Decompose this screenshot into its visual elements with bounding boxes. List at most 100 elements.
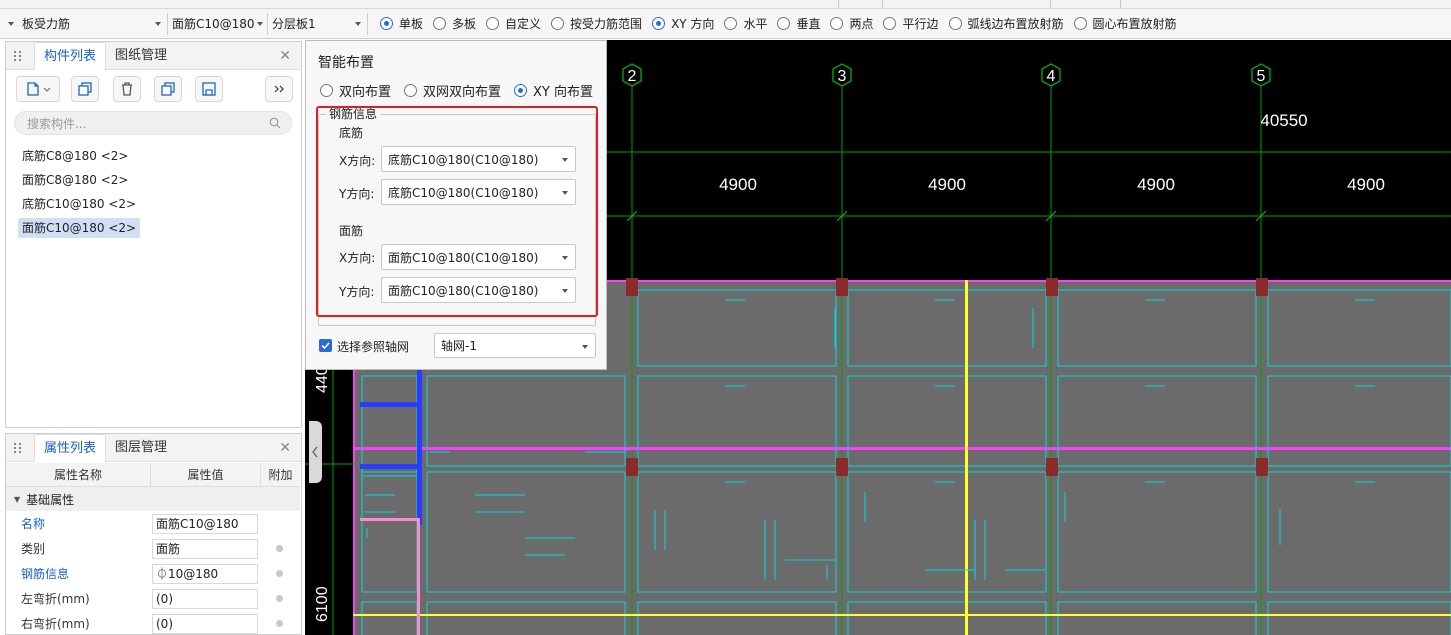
property-value-input[interactable]: 面筋 xyxy=(152,538,258,559)
placement-mode-radio[interactable]: 双网双向布置 xyxy=(404,81,501,100)
radio-icon xyxy=(948,17,962,30)
duplicate-layer-button[interactable] xyxy=(154,76,182,102)
tab-property-list[interactable]: 属性列表 xyxy=(34,433,107,462)
radio-icon xyxy=(514,84,527,97)
triangle-down-icon: ▼ xyxy=(14,494,21,504)
span-dimension-4: 4900 xyxy=(1347,175,1385,194)
radio-label: 水平 xyxy=(743,17,768,31)
radio-icon xyxy=(433,17,447,30)
extra-checkbox-icon[interactable] xyxy=(276,570,283,577)
toolbar-radio-option[interactable]: 垂直 xyxy=(777,15,820,32)
radio-label: 自定义 xyxy=(505,17,542,31)
component-list-item[interactable]: 底筋C8@180 <2> xyxy=(18,146,132,166)
extra-checkbox-icon[interactable] xyxy=(276,545,283,552)
axis-label-4: 4 xyxy=(1047,68,1056,85)
layer-combo[interactable]: 分层板1 xyxy=(268,12,368,35)
ribbon-edge xyxy=(0,0,1451,9)
radio-label: 双向布置 xyxy=(339,85,392,100)
component-list-item[interactable]: 面筋C8@180 <2> xyxy=(18,170,132,190)
property-grid-header: 属性名称 属性值 附加 xyxy=(6,463,300,487)
radio-label: 按受力筋范围 xyxy=(570,17,643,31)
close-icon[interactable]: ✕ xyxy=(279,440,291,456)
save-template-button[interactable] xyxy=(195,76,223,102)
col-property-name: 属性名称 xyxy=(6,463,151,486)
draw-toolbar: 板受力筋 面筋C10@180 分层板1 单板 多板 自定义 按受力筋范围 XY 方向 水平… xyxy=(0,9,1451,39)
layer-label: 分层板1 xyxy=(272,17,316,31)
expand-more-button[interactable] xyxy=(265,76,293,102)
radio-icon xyxy=(1073,17,1087,30)
component-name-combo[interactable]: 面筋C10@180 xyxy=(168,12,268,35)
drag-handle-icon[interactable] xyxy=(14,49,28,63)
property-name: 右弯折(mm) xyxy=(21,617,90,631)
span-dimension-3: 4900 xyxy=(1137,175,1175,194)
toolbar-radio-option[interactable]: XY 方向 xyxy=(652,15,714,32)
property-group-basic[interactable]: ▼ 基础属性 xyxy=(6,487,300,511)
tab-drawing-management[interactable]: 图纸管理 xyxy=(106,42,176,70)
property-value-input[interactable]: (0) xyxy=(152,613,258,634)
chevron-left-icon xyxy=(312,446,318,458)
radio-label: 平行边 xyxy=(902,17,939,31)
property-group-label: 基础属性 xyxy=(26,492,75,507)
toolbar-radio-option[interactable]: 水平 xyxy=(724,15,767,32)
radio-icon xyxy=(380,17,393,30)
chevron-down-icon xyxy=(8,21,14,26)
radio-icon xyxy=(551,17,565,30)
property-value-input[interactable]: (0) xyxy=(152,588,258,609)
toolbar-radio-option[interactable]: 平行边 xyxy=(883,15,939,32)
placement-mode-radio[interactable]: XY 向布置 xyxy=(514,81,593,100)
radio-label: 双网双向布置 xyxy=(423,85,502,100)
property-panel-header: 属性列表 图层管理 ✕ xyxy=(6,433,301,462)
reference-axis-checkbox[interactable] xyxy=(319,339,332,352)
chevron-down-icon xyxy=(257,21,263,26)
property-grid: 属性名称 属性值 附加 ▼ 基础属性 名称 面筋C10@180 类别 面筋 钢筋信息 ⏀1… xyxy=(6,463,300,635)
new-component-button[interactable] xyxy=(16,76,60,102)
radio-label: XY 向布置 xyxy=(533,85,593,100)
component-panel-header: 构件列表 图纸管理 ✕ xyxy=(6,41,301,70)
toolbar-radio-option[interactable]: 单板 xyxy=(380,15,423,32)
radio-label: 单板 xyxy=(399,17,424,31)
search-icon xyxy=(269,117,281,129)
radio-icon xyxy=(830,17,844,30)
property-value-input[interactable]: ⏀10@180 xyxy=(152,563,258,584)
side-dimension-2: 6100 xyxy=(314,586,331,622)
property-rows: 名称 面筋C10@180 类别 面筋 钢筋信息 ⏀10@180 左弯折(mm) (0) 右弯折(… xyxy=(6,511,300,635)
radio-icon xyxy=(724,17,738,30)
delete-component-button[interactable] xyxy=(113,76,141,102)
total-dimension: 40550 xyxy=(1260,111,1307,130)
property-name: 类别 xyxy=(21,542,46,556)
copy-component-button[interactable] xyxy=(71,76,99,102)
toolbar-radio-option[interactable]: 自定义 xyxy=(486,15,541,32)
tab-layer-management[interactable]: 图层管理 xyxy=(106,434,176,462)
property-name: 左弯折(mm) xyxy=(21,592,90,606)
panel-collapse-handle[interactable] xyxy=(309,421,322,483)
drag-handle-icon[interactable] xyxy=(14,441,28,455)
component-search-input[interactable]: 搜索构件... xyxy=(14,111,292,135)
radio-icon xyxy=(320,84,333,97)
toolbar-radio-option[interactable]: 弧线边布置放射筋 xyxy=(948,15,1064,32)
property-row: 左弯折(mm) (0) xyxy=(6,586,300,611)
component-list-item[interactable]: 底筋C10@180 <2> xyxy=(18,194,140,214)
toolbar-radio-option[interactable]: 按受力筋范围 xyxy=(551,15,642,32)
toolbar-radio-option[interactable]: 两点 xyxy=(830,15,873,32)
extra-checkbox-icon[interactable] xyxy=(276,595,283,602)
placement-mode-radio[interactable]: 双向布置 xyxy=(320,81,391,100)
span-dimension-2: 4900 xyxy=(928,175,966,194)
chevron-down-icon xyxy=(355,21,361,26)
component-list-item[interactable]: 面筋C10@180 <2> xyxy=(18,218,141,238)
col-property-extra: 附加 xyxy=(268,468,293,482)
component-type-combo[interactable]: 板受力筋 xyxy=(0,12,168,35)
radio-icon xyxy=(486,17,500,30)
toolbar-radio-option[interactable]: 圆心布置放射筋 xyxy=(1073,15,1177,32)
reference-axis-label: 选择参照轴网 xyxy=(337,340,410,354)
radio-icon xyxy=(777,17,791,30)
close-icon[interactable]: ✕ xyxy=(279,48,291,64)
extra-checkbox-icon[interactable] xyxy=(276,620,283,627)
property-row: 右弯折(mm) (0) xyxy=(6,611,300,635)
toolbar-radio-option[interactable]: 多板 xyxy=(433,15,476,32)
radio-label: 弧线边布置放射筋 xyxy=(967,17,1064,31)
axis-select[interactable]: 轴网-1 xyxy=(434,333,596,358)
tab-component-list[interactable]: 构件列表 xyxy=(34,41,107,70)
radio-label: 圆心布置放射筋 xyxy=(1092,17,1177,31)
side-dimension-1: 440 xyxy=(314,366,331,393)
property-value-input[interactable]: 面筋C10@180 xyxy=(152,513,258,534)
